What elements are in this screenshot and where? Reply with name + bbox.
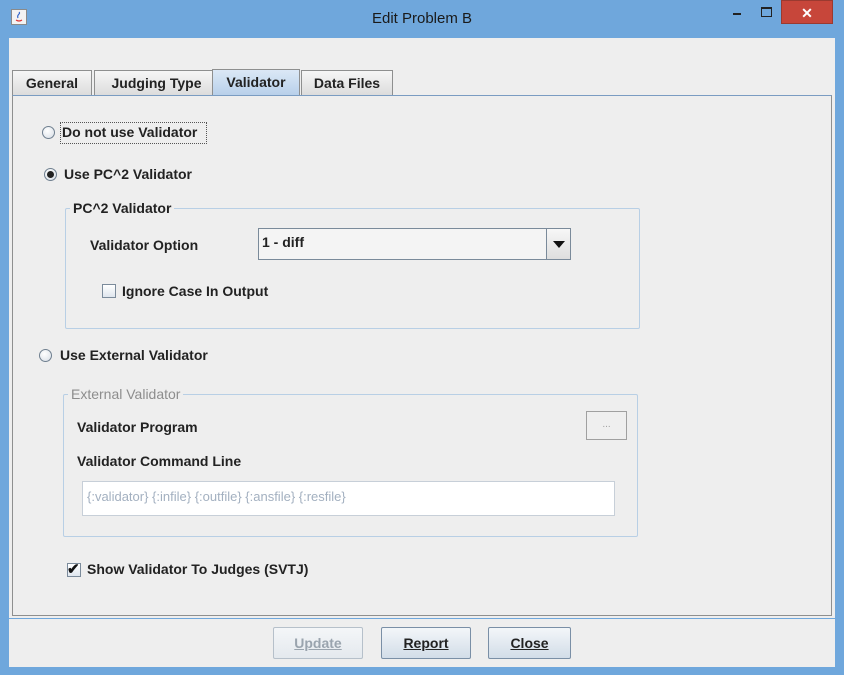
pc2-validator-group	[65, 208, 640, 329]
use-external-validator-radio[interactable]	[39, 349, 52, 362]
browse-program-button[interactable]: ...	[586, 411, 627, 440]
title-bar: Edit Problem B ✕	[0, 0, 844, 38]
radio-selected-dot	[47, 171, 54, 178]
tab-general[interactable]: General	[12, 70, 92, 95]
tab-validator[interactable]: Validator	[212, 69, 300, 95]
report-button-label: Report	[403, 635, 449, 651]
close-icon: ✕	[801, 5, 813, 21]
validator-option-dropdown[interactable]: 1 - diff	[258, 228, 571, 260]
report-button[interactable]: Report	[381, 627, 471, 659]
no-validator-label[interactable]: Do not use Validator	[62, 124, 197, 140]
tab-judging-type[interactable]: Judging Type	[94, 70, 219, 95]
use-pc2-validator-label[interactable]: Use PC^2 Validator	[64, 166, 192, 182]
minimize-icon	[733, 13, 741, 15]
update-button-label: Update	[294, 635, 342, 651]
ignore-case-checkbox[interactable]	[102, 284, 116, 298]
dialog-client-area: General Judging Type Validator Data File…	[9, 38, 835, 620]
validator-command-line-label: Validator Command Line	[77, 453, 242, 469]
chevron-down-icon	[553, 241, 565, 248]
minimize-button[interactable]	[722, 0, 752, 24]
command-line-input[interactable]: {:validator} {:infile} {:outfile} {:ansf…	[82, 481, 615, 516]
use-pc2-validator-radio[interactable]	[44, 168, 57, 181]
checkmark-icon: ✔	[67, 561, 80, 578]
validator-tab-panel: Do not use Validator Use PC^2 Validator …	[12, 95, 832, 616]
dropdown-arrow-button[interactable]	[546, 229, 570, 259]
show-to-judges-label[interactable]: Show Validator To Judges (SVTJ)	[87, 561, 308, 577]
close-button[interactable]: Close	[488, 627, 571, 659]
button-bar: Update Report Close	[9, 619, 835, 667]
close-window-button[interactable]: ✕	[781, 0, 833, 24]
use-external-validator-label[interactable]: Use External Validator	[60, 347, 208, 363]
validator-option-value: 1 - diff	[262, 234, 304, 250]
validator-program-label: Validator Program	[77, 419, 198, 435]
pc2-validator-group-title: PC^2 Validator	[70, 200, 175, 216]
update-button[interactable]: Update	[273, 627, 363, 659]
maximize-button[interactable]	[752, 0, 780, 24]
tab-data-files[interactable]: Data Files	[301, 70, 393, 95]
no-validator-radio[interactable]	[42, 126, 55, 139]
maximize-icon	[761, 7, 772, 17]
ignore-case-label[interactable]: Ignore Case In Output	[122, 283, 268, 299]
external-validator-group-title: External Validator	[68, 386, 184, 402]
window-title: Edit Problem B	[371, 10, 473, 27]
validator-option-label: Validator Option	[90, 237, 199, 253]
close-button-label: Close	[510, 635, 549, 651]
show-to-judges-checkbox[interactable]: ✔	[67, 561, 81, 578]
